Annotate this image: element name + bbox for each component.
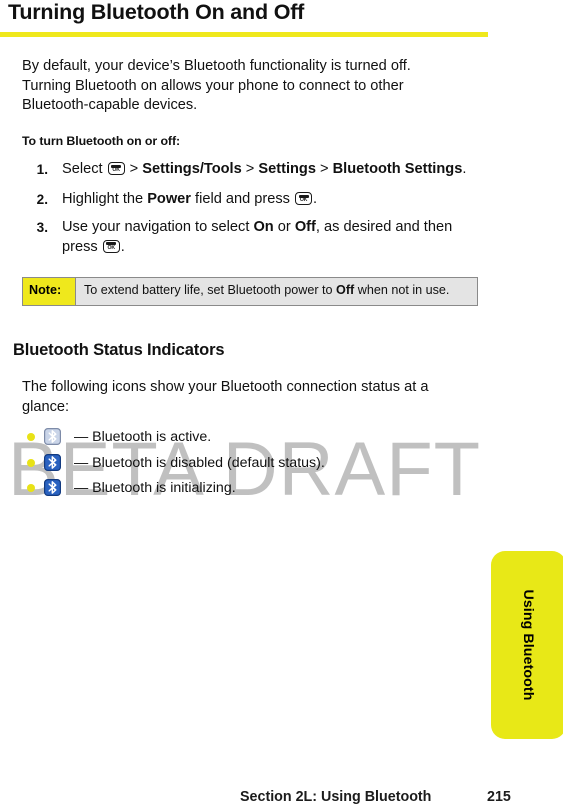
- section-heading: Bluetooth Status Indicators: [13, 341, 225, 359]
- bullet-dot: [27, 458, 35, 467]
- step-number: 1.: [36, 162, 48, 177]
- list-item-label: — Bluetooth is initializing.: [74, 480, 236, 496]
- ok-key-icon: [295, 192, 313, 205]
- procedure-step: 3. Use your navigation to select On or O…: [22, 218, 472, 257]
- procedure-step: 2. Highlight the Power field and press .: [22, 190, 492, 210]
- chapter-side-tab-label: Using Bluetooth: [520, 589, 537, 701]
- page-footer: Section 2L: Using Bluetooth 215: [0, 789, 563, 811]
- emphasis-text: Off: [336, 283, 355, 297]
- ok-key-icon: [102, 239, 120, 253]
- list-item-label: — Bluetooth is disabled (default status)…: [74, 454, 325, 471]
- bullet-dot: [27, 433, 35, 441]
- bluetooth-disabled-icon: [44, 453, 62, 471]
- note-label: Note:: [23, 278, 76, 305]
- emphasis-text: Settings: [258, 161, 316, 177]
- step-text: Use your navigation to select On or Off,…: [62, 218, 472, 257]
- list-item: — Bluetooth is active.: [22, 425, 462, 451]
- emphasis-text: Settings/Tools: [142, 161, 242, 177]
- footer-section-title: Section 2L: Using Bluetooth: [240, 789, 432, 805]
- emphasis-text: Power: [147, 191, 191, 207]
- status-paragraph: The following icons show your Bluetooth …: [22, 379, 429, 415]
- list-item-label: — Bluetooth is active.: [74, 429, 212, 445]
- emphasis-text: On: [253, 219, 274, 235]
- procedure-step: 1. Select > Settings/Tools > Settings > …: [22, 160, 492, 180]
- step-number: 2.: [36, 192, 48, 207]
- procedure-lead: To turn Bluetooth on or off:: [22, 134, 180, 148]
- list-item: — Bluetooth is disabled (default status)…: [22, 451, 462, 477]
- ok-key-icon: [107, 162, 125, 175]
- bluetooth-active-icon: [44, 428, 62, 446]
- emphasis-text: Bluetooth Settings: [332, 161, 463, 177]
- step-text: Highlight the Power field and press .: [62, 190, 492, 210]
- chapter-side-tab: Using Bluetooth: [491, 551, 563, 739]
- footer-page-number: 215: [487, 789, 511, 805]
- page-title: Turning Bluetooth On and Off: [8, 0, 305, 24]
- note-callout: Note: To extend battery life, set Blueto…: [22, 277, 478, 306]
- step-text: Select > Settings/Tools > Settings > Blu…: [62, 160, 492, 180]
- note-text: To extend battery life, set Bluetooth po…: [84, 283, 450, 297]
- bullet-dot: [27, 484, 35, 492]
- title-underline-rule: [0, 32, 488, 37]
- bluetooth-initializing-icon: [44, 479, 62, 497]
- list-item: — Bluetooth is initializing.: [22, 476, 462, 502]
- intro-paragraph: By default, your device’s Bluetooth func…: [22, 58, 411, 113]
- step-number: 3.: [36, 220, 48, 235]
- emphasis-text: Off: [294, 219, 316, 235]
- status-indicator-list: — Bluetooth is active. — Bluetooth is di…: [22, 425, 462, 502]
